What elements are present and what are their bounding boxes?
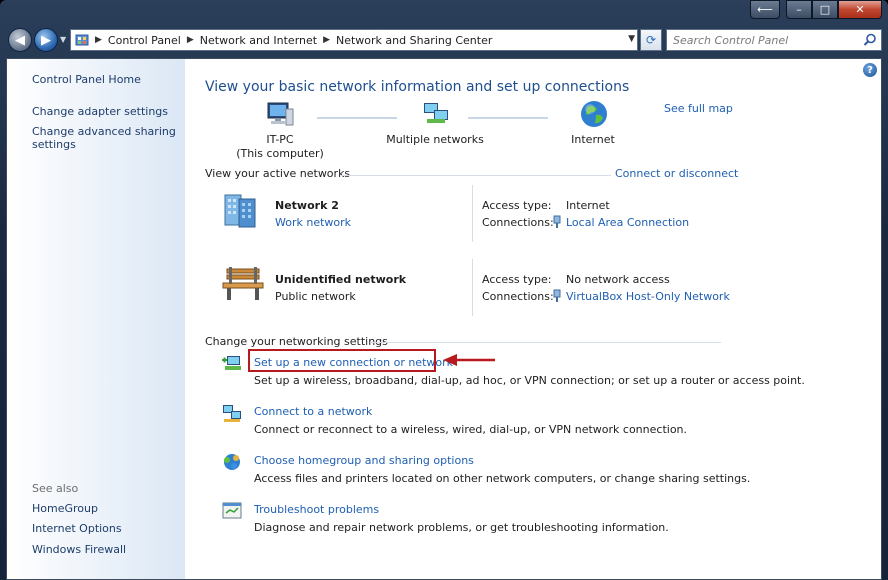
network-name: Unidentified network bbox=[275, 273, 407, 286]
minimize-icon: – bbox=[796, 3, 802, 16]
breadcrumb-chevron-icon[interactable]: ▶ bbox=[323, 35, 330, 45]
pointer-arrow-icon bbox=[443, 354, 495, 366]
task-pane: Control Panel Home Change adapter settin… bbox=[7, 59, 185, 579]
forward-button[interactable]: ▶ bbox=[34, 28, 58, 52]
window-frame: ⟵ – □ ✕ ◀ ▶ ▼ ▶ Control Panel ▶ Network … bbox=[0, 0, 888, 580]
task-description: Set up a wireless, broadband, dial-up, a… bbox=[254, 374, 805, 387]
forward-icon: ▶ bbox=[41, 32, 51, 48]
work-network-icon bbox=[224, 194, 256, 228]
search-icon[interactable] bbox=[863, 33, 877, 47]
search-box[interactable] bbox=[666, 29, 882, 51]
sidebar-link-homegroup[interactable]: HomeGroup bbox=[32, 502, 177, 515]
access-type-label: Access type: bbox=[482, 273, 552, 286]
task-description: Access files and printers located on oth… bbox=[254, 472, 751, 485]
task-description: Connect or reconnect to a wireless, wire… bbox=[254, 423, 688, 436]
breadcrumb-control-panel[interactable]: Control Panel bbox=[108, 34, 181, 47]
computer-icon bbox=[267, 102, 294, 126]
network-type: Public network bbox=[275, 290, 356, 303]
page-title: View your basic network information and … bbox=[205, 79, 630, 95]
highlight-box bbox=[248, 349, 436, 372]
see-full-map-link[interactable]: See full map bbox=[664, 102, 733, 115]
internet-globe-icon bbox=[581, 101, 607, 127]
client-area: Control Panel Home Change adapter settin… bbox=[6, 58, 882, 580]
maximize-icon: □ bbox=[819, 3, 831, 16]
breadcrumb-network-and-internet[interactable]: Network and Internet bbox=[200, 34, 317, 47]
refresh-icon: ⟳ bbox=[645, 33, 657, 47]
main-content: ? View your basic network information an… bbox=[185, 59, 881, 579]
network-name: Network 2 bbox=[275, 199, 339, 212]
public-network-bench-icon bbox=[222, 267, 264, 300]
section-divider bbox=[371, 342, 721, 343]
vertical-divider bbox=[472, 259, 473, 316]
back-icon: ◀ bbox=[15, 32, 25, 48]
connect-or-disconnect-link[interactable]: Connect or disconnect bbox=[615, 167, 738, 180]
homegroup-icon bbox=[224, 454, 240, 470]
virtualbox-connection-link[interactable]: VirtualBox Host-Only Network bbox=[566, 290, 730, 303]
ethernet-plug-icon bbox=[553, 289, 561, 302]
maximize-button[interactable]: □ bbox=[812, 0, 838, 19]
minimize-button[interactable]: – bbox=[786, 0, 812, 19]
ethernet-plug-icon bbox=[553, 215, 561, 228]
access-type-value: No network access bbox=[566, 273, 670, 286]
connections-label: Connections: bbox=[482, 216, 554, 229]
back-button[interactable]: ◀ bbox=[8, 28, 32, 52]
breadcrumb-chevron-icon[interactable]: ▶ bbox=[187, 35, 194, 45]
address-bar[interactable]: ▶ Control Panel ▶ Network and Internet ▶… bbox=[70, 29, 638, 51]
map-internet-node: Internet bbox=[571, 133, 615, 146]
breadcrumb-network-sharing-center[interactable]: Network and Sharing Center bbox=[336, 34, 492, 47]
snap-back-button[interactable]: ⟵ bbox=[750, 0, 780, 19]
control-panel-icon bbox=[75, 34, 89, 46]
sidebar-link-change-adapter-settings[interactable]: Change adapter settings bbox=[32, 105, 177, 118]
vertical-divider bbox=[472, 185, 473, 242]
map-computer-node: IT-PC (This computer) bbox=[235, 133, 325, 161]
connect-to-network-link[interactable]: Connect to a network bbox=[254, 405, 372, 418]
help-icon[interactable]: ? bbox=[863, 63, 877, 77]
task-description: Diagnose and repair network problems, or… bbox=[254, 521, 669, 534]
map-multiple-networks-node: Multiple networks bbox=[386, 133, 484, 146]
sidebar-link-control-panel-home[interactable]: Control Panel Home bbox=[32, 73, 177, 86]
sidebar-link-windows-firewall[interactable]: Windows Firewall bbox=[32, 543, 177, 556]
computer-subtitle: (This computer) bbox=[236, 147, 324, 160]
breadcrumb-chevron-icon[interactable]: ▶ bbox=[95, 35, 102, 45]
caption-buttons: ⟵ – □ ✕ bbox=[750, 0, 882, 19]
sidebar-link-change-advanced-sharing[interactable]: Change advanced sharing settings bbox=[32, 125, 177, 151]
access-type-label: Access type: bbox=[482, 199, 552, 212]
troubleshoot-icon bbox=[222, 502, 242, 519]
navigation-bar: ◀ ▶ ▼ ▶ Control Panel ▶ Network and Inte… bbox=[6, 27, 882, 53]
homegroup-sharing-options-link[interactable]: Choose homegroup and sharing options bbox=[254, 454, 474, 467]
access-type-value: Internet bbox=[566, 199, 610, 212]
networking-settings-heading: Change your networking settings bbox=[205, 335, 388, 348]
back-arrow-icon: ⟵ bbox=[757, 3, 773, 16]
multiple-networks-icon bbox=[424, 103, 448, 123]
connect-to-network-icon bbox=[223, 405, 241, 422]
sidebar-link-internet-options[interactable]: Internet Options bbox=[32, 522, 177, 535]
recent-pages-dropdown[interactable]: ▼ bbox=[60, 35, 66, 44]
map-connector bbox=[468, 117, 548, 119]
new-connection-icon bbox=[222, 356, 241, 370]
refresh-button[interactable]: ⟳ bbox=[640, 29, 662, 51]
active-networks-heading: View your active networks bbox=[205, 167, 351, 180]
map-connector bbox=[317, 117, 397, 119]
local-area-connection-link[interactable]: Local Area Connection bbox=[566, 216, 689, 229]
close-button[interactable]: ✕ bbox=[838, 0, 882, 19]
address-dropdown-icon[interactable]: ▼ bbox=[628, 34, 635, 44]
close-icon: ✕ bbox=[855, 3, 865, 16]
section-divider bbox=[341, 175, 611, 176]
network-type-link[interactable]: Work network bbox=[275, 216, 351, 229]
computer-name: IT-PC bbox=[266, 133, 294, 146]
troubleshoot-problems-link[interactable]: Troubleshoot problems bbox=[254, 503, 379, 516]
search-input[interactable] bbox=[673, 33, 853, 47]
see-also-heading: See also bbox=[32, 482, 79, 495]
connections-label: Connections: bbox=[482, 290, 554, 303]
